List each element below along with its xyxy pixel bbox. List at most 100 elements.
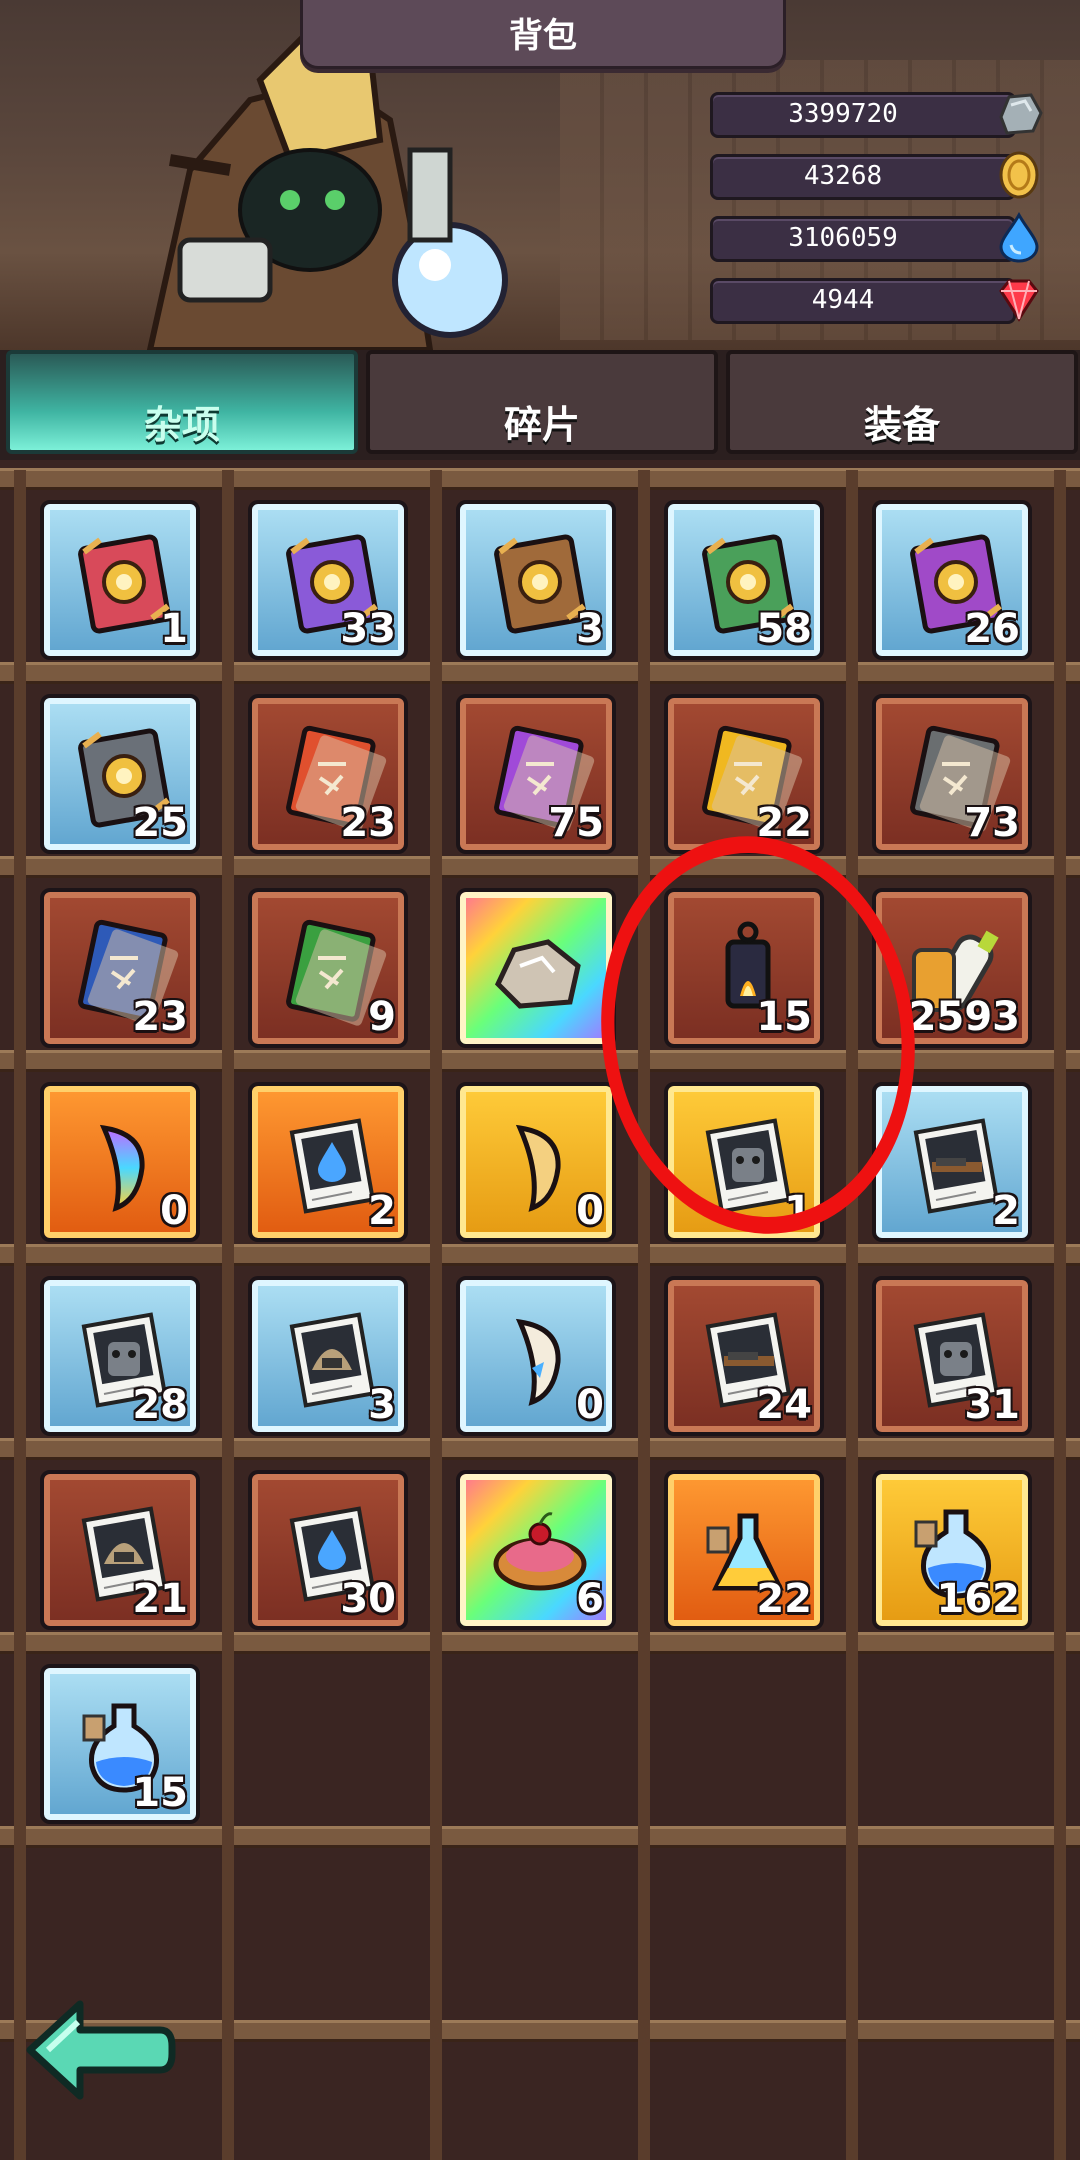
red-gem-icon — [999, 279, 1039, 322]
item-card[interactable]: 3 — [248, 1276, 408, 1436]
item-count: 2593 — [908, 994, 1020, 1040]
item-count: 21 — [132, 1576, 188, 1622]
item-count: 9 — [368, 994, 396, 1040]
item-card[interactable]: 26 — [872, 500, 1032, 660]
inventory-slot[interactable]: 0 — [436, 1064, 636, 1244]
resource-stone: 3399720 — [710, 92, 1043, 138]
shelf-plank — [0, 1826, 1080, 1848]
tab-equipment[interactable]: 装备 — [726, 350, 1078, 454]
item-card[interactable]: 58 — [664, 500, 824, 660]
inventory-slot[interactable]: 21 — [20, 1452, 220, 1632]
tab-fragments-label: 碎片 — [503, 403, 580, 447]
resource-gold: 43268 — [710, 151, 1039, 200]
item-count: 0 — [160, 1188, 188, 1234]
back-arrow-icon[interactable] — [20, 1990, 180, 2110]
tab-bar: 杂项 碎片 装备 — [0, 350, 1080, 460]
item-count: 26 — [964, 606, 1020, 652]
item-card[interactable]: 23 — [40, 888, 200, 1048]
inventory-slot[interactable]: 3 — [228, 1258, 428, 1438]
item-card[interactable]: 23 — [248, 694, 408, 854]
item-count: 30 — [340, 1576, 396, 1622]
item-count: 75 — [548, 800, 604, 846]
item-count: 23 — [340, 800, 396, 846]
inventory-slot[interactable]: 31 — [852, 1258, 1052, 1438]
item-card[interactable]: 3 — [456, 500, 616, 660]
inventory-slot[interactable]: 1 — [20, 482, 220, 662]
item-card[interactable]: 0 — [456, 1082, 616, 1242]
resource-stone-value: 3399720 — [788, 99, 898, 129]
inventory-slot[interactable]: 3 — [436, 482, 636, 662]
tab-misc[interactable]: 杂项 — [6, 350, 358, 454]
inventory-slot[interactable]: 2 — [228, 1064, 428, 1244]
item-card[interactable]: 2 — [248, 1082, 408, 1242]
inventory-slot[interactable]: 25 — [20, 676, 220, 856]
page-title: 背包 — [509, 16, 577, 56]
inventory-slot[interactable]: 22 — [644, 676, 844, 856]
item-card[interactable]: 1 — [40, 500, 200, 660]
shelf-post — [1054, 470, 1066, 2160]
resource-gold-value: 43268 — [803, 161, 883, 191]
tab-equipment-label: 装备 — [863, 403, 940, 447]
item-card[interactable] — [456, 888, 616, 1048]
gold-coin-icon — [999, 151, 1039, 199]
inventory-slot[interactable]: 6 — [436, 1452, 636, 1632]
inventory-slot[interactable]: 9 — [228, 870, 428, 1050]
item-card[interactable]: 21 — [40, 1470, 200, 1630]
resource-water: 3106059 — [710, 211, 1039, 263]
item-count: 2 — [992, 1188, 1020, 1234]
item-card[interactable]: 28 — [40, 1276, 200, 1436]
inventory-slot[interactable]: 23 — [228, 676, 428, 856]
item-card[interactable]: 162 — [872, 1470, 1032, 1630]
inventory-slot[interactable]: 30 — [228, 1452, 428, 1632]
item-card[interactable]: 75 — [456, 694, 616, 854]
item-card[interactable]: 24 — [664, 1276, 824, 1436]
inventory-slot[interactable]: 26 — [852, 482, 1052, 662]
item-count: 6 — [576, 1576, 604, 1622]
stone-ore-icon — [999, 93, 1043, 135]
item-card[interactable]: 31 — [872, 1276, 1032, 1436]
inventory-slot[interactable]: 23 — [20, 870, 220, 1050]
inventory-slot[interactable]: 24 — [644, 1258, 844, 1438]
item-count: 33 — [340, 606, 396, 652]
item-count: 23 — [132, 994, 188, 1040]
inventory-slot[interactable]: 33 — [228, 482, 428, 662]
inventory-slot[interactable]: 75 — [436, 676, 636, 856]
item-card[interactable]: 6 — [456, 1470, 616, 1630]
item-card[interactable]: 0 — [40, 1082, 200, 1242]
rock-icon — [494, 939, 581, 1009]
item-card[interactable]: 9 — [248, 888, 408, 1048]
item-card[interactable]: 73 — [872, 694, 1032, 854]
item-count: 73 — [964, 800, 1020, 846]
inventory-slot[interactable]: 0 — [20, 1064, 220, 1244]
item-card[interactable]: 15 — [40, 1664, 200, 1824]
inventory-slot[interactable]: 22 — [644, 1452, 844, 1632]
item-card[interactable]: 0 — [456, 1276, 616, 1436]
resource-gem-value: 4944 — [811, 285, 875, 315]
item-count: 58 — [756, 606, 812, 652]
inventory-slot[interactable]: 162 — [852, 1452, 1052, 1632]
inventory-slot[interactable]: 28 — [20, 1258, 220, 1438]
item-count: 28 — [132, 1382, 188, 1428]
item-count: 15 — [132, 1770, 188, 1816]
item-count: 0 — [576, 1188, 604, 1234]
item-card[interactable]: 25 — [40, 694, 200, 854]
item-card[interactable]: 22 — [664, 1470, 824, 1630]
title-bar: 背包 — [300, 0, 786, 69]
item-count: 22 — [756, 1576, 812, 1622]
resource-water-value: 3106059 — [788, 223, 898, 253]
hero-wizard-illustration — [146, 20, 508, 350]
inventory-slot[interactable]: 15 — [20, 1646, 220, 1826]
item-count: 31 — [964, 1382, 1020, 1428]
tab-misc-label: 杂项 — [143, 403, 220, 447]
item-count: 3 — [576, 606, 604, 652]
tab-fragments[interactable]: 碎片 — [366, 350, 718, 454]
item-card[interactable]: 30 — [248, 1470, 408, 1630]
item-count: 25 — [132, 800, 188, 846]
inventory-slot[interactable]: 73 — [852, 676, 1052, 856]
inventory-slot[interactable]: 58 — [644, 482, 844, 662]
item-card[interactable]: 22 — [664, 694, 824, 854]
inventory-slot[interactable]: 0 — [436, 1258, 636, 1438]
item-count: 24 — [756, 1382, 812, 1428]
item-card[interactable]: 33 — [248, 500, 408, 660]
item-count: 162 — [936, 1576, 1021, 1622]
